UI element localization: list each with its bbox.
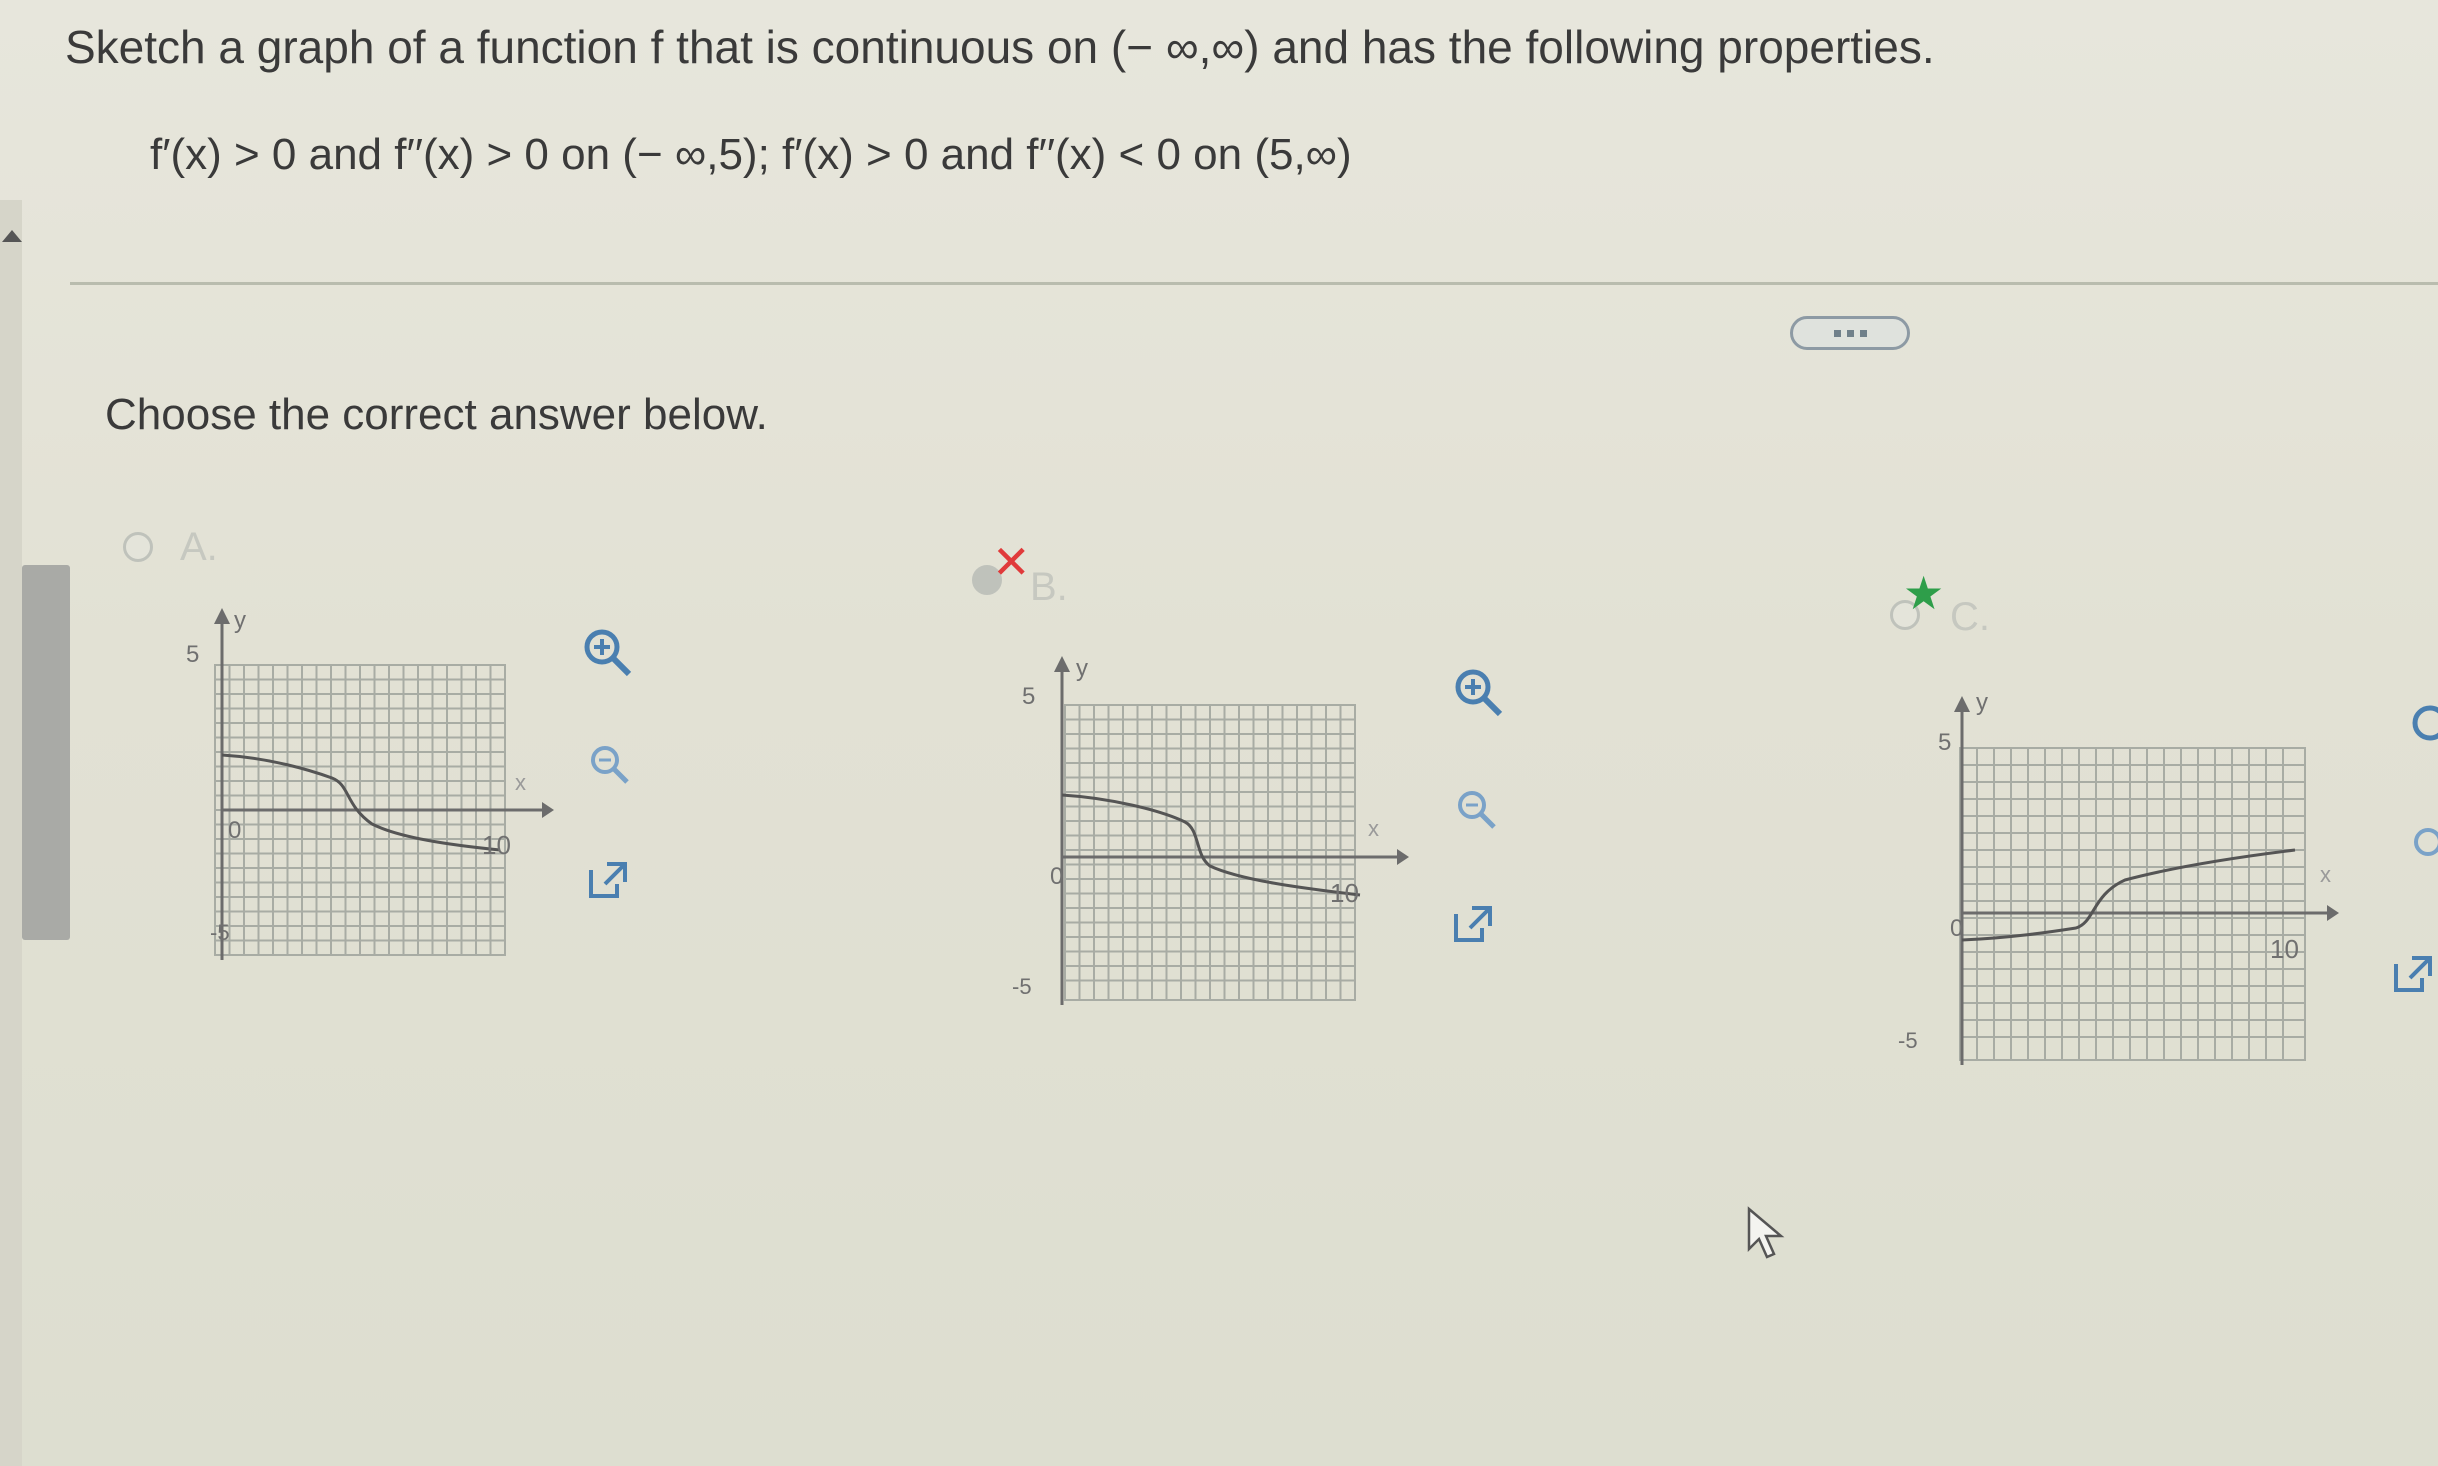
open-external-icon[interactable] bbox=[1448, 900, 1498, 950]
graph-axes bbox=[1060, 660, 1400, 1005]
y-axis-arrow-icon bbox=[1954, 696, 1970, 712]
incorrect-x-icon: ✕ bbox=[992, 536, 1031, 588]
y-max-label: 5 bbox=[1938, 729, 1951, 756]
y-max-label: 5 bbox=[186, 641, 199, 668]
x-axis-arrow-icon bbox=[2327, 905, 2339, 921]
open-external-icon[interactable] bbox=[2388, 950, 2438, 1000]
x-tick-label: 10 bbox=[2270, 934, 2299, 964]
x-axis-label: x bbox=[1368, 816, 1379, 841]
x-tick-label: 10 bbox=[482, 830, 511, 860]
zoom-in-icon[interactable] bbox=[577, 622, 637, 682]
y-axis-label: y bbox=[234, 607, 246, 634]
x-axis-arrow-icon bbox=[1397, 849, 1409, 865]
dot-icon bbox=[1833, 329, 1841, 337]
zoom-out-icon[interactable] bbox=[585, 740, 635, 790]
dot-icon bbox=[1859, 329, 1867, 337]
option-a-label: A. bbox=[180, 525, 218, 569]
answer-prompt: Choose the correct answer below. bbox=[105, 390, 768, 439]
left-panel-strip bbox=[0, 200, 22, 1466]
y-axis-arrow-icon bbox=[1054, 656, 1070, 672]
zoom-in-icon[interactable] bbox=[2400, 695, 2438, 755]
graph-grid bbox=[1959, 747, 2306, 1061]
y-max-label: 5 bbox=[1022, 683, 1035, 710]
x-axis-label: x bbox=[515, 770, 526, 795]
y-min-label: -5 bbox=[210, 920, 230, 945]
mouse-pointer-icon bbox=[1747, 1206, 1785, 1259]
x-tick-label: 10 bbox=[1330, 878, 1359, 908]
origin-label: 0 bbox=[228, 817, 241, 844]
option-a-graph: 5 -5 y x 10 0 bbox=[186, 607, 554, 960]
collapse-arrow-icon[interactable] bbox=[2, 230, 22, 242]
option-c-label: C. bbox=[1950, 595, 1990, 639]
more-button[interactable] bbox=[1790, 316, 1910, 350]
option-b-graph: 5 -5 y x 10 0 bbox=[1012, 655, 1409, 1005]
dot-icon bbox=[1846, 329, 1854, 337]
y-axis-arrow-icon bbox=[214, 608, 230, 624]
y-axis-label: y bbox=[1976, 689, 1988, 716]
option-b-label: B. bbox=[1030, 565, 1068, 609]
x-axis-arrow-icon bbox=[542, 802, 554, 818]
question-text: Sketch a graph of a function f that is c… bbox=[65, 21, 1935, 73]
graph-grid bbox=[1064, 704, 1356, 1001]
section-divider bbox=[70, 282, 2438, 285]
option-c-graph: 5 -5 y x 10 0 bbox=[1898, 689, 2339, 1065]
zoom-out-icon[interactable] bbox=[1452, 785, 1502, 835]
y-min-label: -5 bbox=[1012, 974, 1032, 999]
option-a-radio[interactable] bbox=[123, 532, 153, 562]
scrollbar-thumb[interactable] bbox=[22, 565, 70, 940]
question-properties: f′(x) > 0 and f′′(x) > 0 on (− ∞,5); f′(… bbox=[150, 130, 1352, 179]
x-axis-label: x bbox=[2320, 862, 2331, 887]
zoom-out-icon[interactable] bbox=[2400, 820, 2438, 870]
open-external-icon[interactable] bbox=[583, 856, 633, 906]
y-min-label: -5 bbox=[1898, 1028, 1918, 1053]
y-axis-label: y bbox=[1076, 655, 1088, 682]
origin-label: 0 bbox=[1050, 863, 1063, 890]
zoom-in-icon[interactable] bbox=[1448, 662, 1508, 722]
correct-star-icon: ★ bbox=[1903, 567, 1945, 619]
origin-label: 0 bbox=[1950, 915, 1963, 942]
